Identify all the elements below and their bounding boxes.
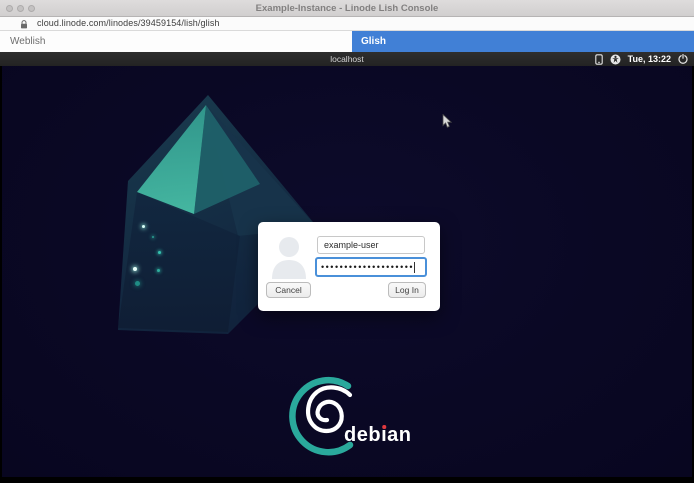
window-titlebar: Example-Instance - Linode Lish Console [0, 0, 694, 17]
close-window-button[interactable] [6, 5, 13, 12]
gnome-top-bar: localhost Tue, 13:22 [0, 52, 694, 66]
wordmark-part: deb [344, 424, 381, 447]
accessibility-icon[interactable] [610, 54, 621, 65]
mouse-cursor [442, 114, 453, 129]
cancel-button[interactable]: Cancel [266, 282, 311, 298]
user-avatar [268, 234, 310, 280]
debian-wallpaper: •••••••••••••••••••• Cancel Log In deb ı… [2, 66, 692, 477]
hostname-label: localhost [0, 52, 694, 66]
glish-screen: •••••••••••••••••••• Cancel Log In deb ı… [0, 66, 694, 483]
password-masked-text: •••••••••••••••••••• [321, 263, 414, 272]
lock-icon [20, 20, 28, 29]
wordmark-i: ı [381, 424, 387, 447]
glow-dot [142, 225, 145, 228]
browser-window: Example-Instance - Linode Lish Console c… [0, 0, 694, 483]
login-button[interactable]: Log In [388, 282, 426, 298]
clock-label[interactable]: Tue, 13:22 [628, 54, 671, 64]
glow-dot [152, 236, 154, 238]
url-bar[interactable]: cloud.linode.com/linodes/39459154/lish/g… [0, 17, 694, 31]
zoom-window-button[interactable] [28, 5, 35, 12]
top-bar-system-menu[interactable]: Tue, 13:22 [595, 52, 688, 66]
debian-swirl-icon [286, 375, 372, 461]
text-caret [414, 262, 415, 273]
url-text: cloud.linode.com/linodes/39459154/lish/g… [37, 17, 220, 30]
glow-dot [133, 267, 137, 271]
login-dialog: •••••••••••••••••••• Cancel Log In [258, 222, 440, 311]
glow-dot [157, 269, 160, 272]
console-tab-row: Weblish Glish [0, 31, 694, 52]
username-input[interactable] [317, 236, 425, 254]
window-title: Example-Instance - Linode Lish Console [0, 0, 694, 17]
wordmark-part: an [387, 424, 411, 447]
password-input[interactable]: •••••••••••••••••••• [315, 257, 427, 277]
glow-dot [158, 251, 161, 254]
red-i-dot [382, 425, 386, 429]
glow-dot [135, 281, 140, 286]
debian-wordmark: deb ı an [344, 424, 411, 447]
tab-glish[interactable]: Glish [352, 31, 694, 52]
tab-weblish[interactable]: Weblish [0, 31, 352, 52]
minimize-window-button[interactable] [17, 5, 24, 12]
tablet-icon[interactable] [595, 54, 603, 65]
power-icon[interactable] [678, 54, 688, 64]
